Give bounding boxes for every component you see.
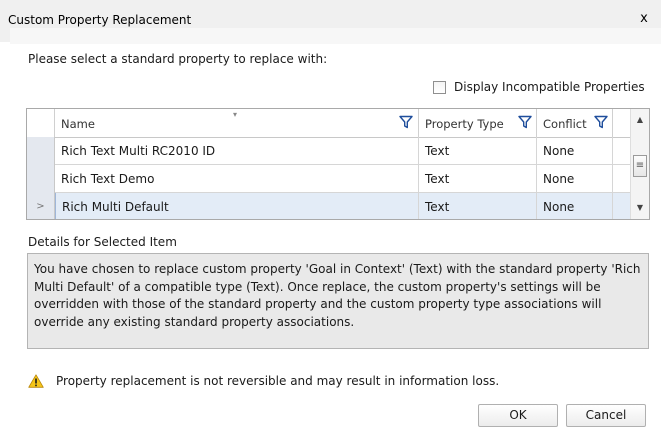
column-header-property-type-label: Property Type xyxy=(425,117,504,131)
property-grid: Name ▾ Property Type Conflict Rich Text … xyxy=(26,108,650,220)
table-row[interactable]: Rich Text Demo Text None xyxy=(27,165,631,193)
cell-conflict-text: None xyxy=(543,200,575,214)
ok-button[interactable]: OK xyxy=(478,404,558,427)
display-incompatible-option[interactable]: Display Incompatible Properties xyxy=(433,78,645,96)
grid-header: Name ▾ Property Type Conflict xyxy=(27,109,631,138)
cell-conflict-text: None xyxy=(543,144,575,158)
grid-vertical-scrollbar[interactable]: ▲ ≡ ▼ xyxy=(630,109,649,219)
cell-conflict-text: None xyxy=(543,172,575,186)
cell-conflict: None xyxy=(537,165,613,192)
cancel-button[interactable]: Cancel xyxy=(566,404,646,427)
cell-name-text: Rich Text Multi RC2010 ID xyxy=(61,144,216,158)
column-header-conflict[interactable]: Conflict xyxy=(537,109,613,137)
header-selector-cell xyxy=(27,109,55,137)
cell-property-type: Text xyxy=(419,193,537,219)
details-label: Details for Selected Item xyxy=(28,235,177,249)
cell-property-type-text: Text xyxy=(425,172,450,186)
instruction-text: Please select a standard property to rep… xyxy=(28,52,328,66)
filter-icon[interactable] xyxy=(594,115,608,129)
dialog-title: Custom Property Replacement xyxy=(8,13,192,27)
header-divider xyxy=(10,28,661,44)
warning-icon xyxy=(28,374,44,388)
display-incompatible-label[interactable]: Display Incompatible Properties xyxy=(454,80,645,94)
display-incompatible-checkbox[interactable] xyxy=(433,80,446,94)
cell-conflict: None xyxy=(537,137,613,164)
column-header-property-type[interactable]: Property Type xyxy=(419,109,537,137)
cell-property-type: Text xyxy=(419,165,537,192)
table-row[interactable]: Rich Text Multi RC2010 ID Text None xyxy=(27,137,631,165)
scroll-down-arrow-icon[interactable]: ▼ xyxy=(631,199,649,217)
close-icon[interactable]: x xyxy=(635,10,653,28)
column-header-name[interactable]: Name ▾ xyxy=(55,109,419,137)
scroll-thumb[interactable]: ≡ xyxy=(633,155,647,177)
cell-name: Rich Text Multi RC2010 ID xyxy=(55,137,419,164)
details-text: You have chosen to replace custom proper… xyxy=(27,253,649,349)
scroll-up-arrow-icon[interactable]: ▲ xyxy=(631,111,649,129)
cell-conflict: None xyxy=(537,193,613,219)
custom-property-replacement-dialog: Custom Property Replacement x Please sel… xyxy=(0,0,661,448)
table-row[interactable]: > Rich Multi Default Text None xyxy=(27,193,631,219)
cell-name-text: Rich Multi Default xyxy=(62,200,169,214)
cell-name: Rich Text Demo xyxy=(55,165,419,192)
sort-indicator-icon: ▾ xyxy=(233,110,238,119)
row-selector[interactable] xyxy=(27,165,55,193)
filter-icon[interactable] xyxy=(399,115,413,129)
cell-property-type-text: Text xyxy=(425,200,450,214)
column-header-conflict-label: Conflict xyxy=(543,117,587,131)
row-selector[interactable]: > xyxy=(27,193,55,219)
row-selector[interactable] xyxy=(27,137,55,165)
filter-icon[interactable] xyxy=(518,115,532,129)
cell-name: Rich Multi Default xyxy=(55,193,419,219)
cell-name-text: Rich Text Demo xyxy=(61,172,155,186)
cell-property-type-text: Text xyxy=(425,144,450,158)
warning-text: Property replacement is not reversible a… xyxy=(56,374,500,388)
cell-property-type: Text xyxy=(419,137,537,164)
column-header-name-label: Name xyxy=(61,117,95,131)
warning-message: Property replacement is not reversible a… xyxy=(28,372,499,390)
